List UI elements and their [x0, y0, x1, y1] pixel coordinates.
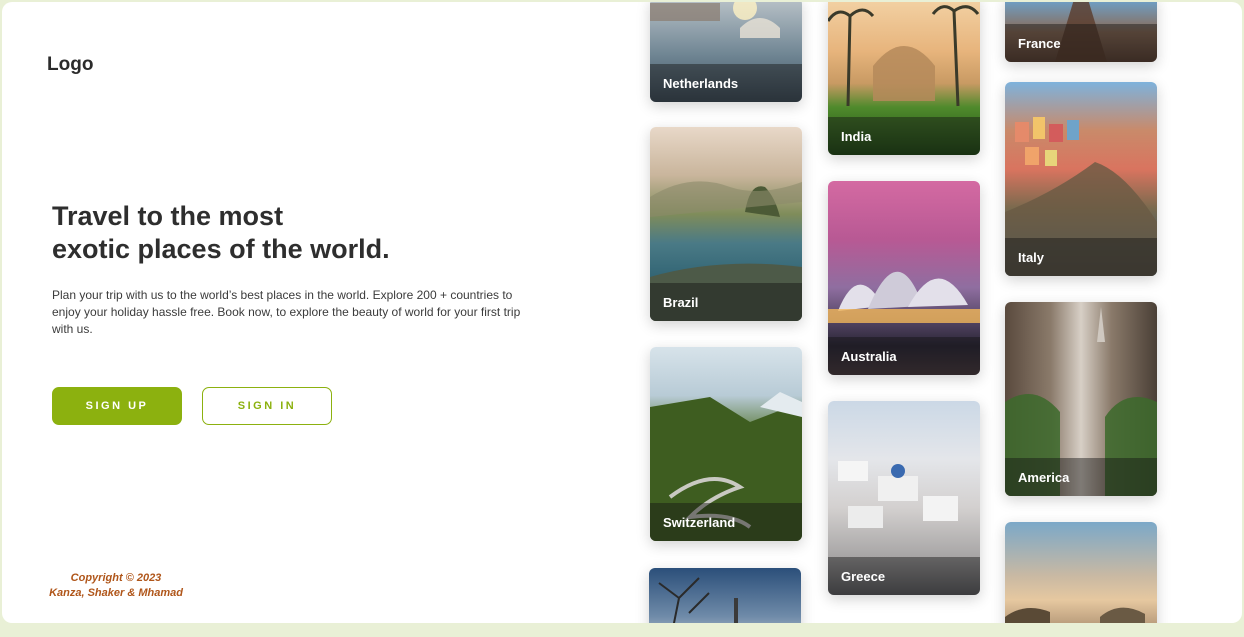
hero-title: Travel to the most exotic places of the …: [52, 200, 472, 266]
destination-card-partial-1[interactable]: [649, 568, 801, 623]
destination-card-brazil[interactable]: Brazil: [650, 127, 802, 321]
destination-label-america: America: [1005, 458, 1157, 496]
destination-label-australia: Australia: [828, 337, 980, 375]
destination-card-netherlands[interactable]: Netherlands: [650, 2, 802, 102]
destination-label-greece: Greece: [828, 557, 980, 595]
destination-card-switzerland[interactable]: Switzerland: [650, 347, 802, 541]
destination-label-brazil: Brazil: [650, 283, 802, 321]
destination-card-france[interactable]: France: [1005, 2, 1157, 62]
sign-up-button[interactable]: SIGN UP: [52, 387, 182, 425]
destination-card-italy[interactable]: Italy: [1005, 82, 1157, 276]
destination-label-switzerland: Switzerland: [650, 503, 802, 541]
copyright: Copyright © 2023 Kanza, Shaker & Mhamad: [46, 571, 186, 601]
destination-label-india: India: [828, 117, 980, 155]
copyright-authors: Kanza, Shaker & Mhamad: [49, 587, 183, 599]
destination-card-australia[interactable]: Australia: [828, 181, 980, 375]
logo[interactable]: Logo: [47, 54, 93, 76]
destination-card-india[interactable]: India: [828, 2, 980, 155]
destination-label-italy: Italy: [1005, 238, 1157, 276]
page-frame: Logo Travel to the most exotic places of…: [2, 2, 1242, 623]
hero-title-line-1: Travel to the most: [52, 201, 284, 231]
partial-image-2: [1005, 607, 1145, 623]
destination-card-america[interactable]: America: [1005, 302, 1157, 496]
destination-card-partial-2[interactable]: [1005, 522, 1157, 623]
destination-card-greece[interactable]: Greece: [828, 401, 980, 595]
partial-image-1: [658, 577, 738, 623]
destination-label-netherlands: Netherlands: [650, 64, 802, 102]
hero-title-line-2: exotic places of the world.: [52, 234, 390, 264]
copyright-line-1: Copyright © 2023: [70, 572, 162, 584]
sign-in-button[interactable]: SIGN IN: [202, 387, 332, 425]
hero-description: Plan your trip with us to the world’s be…: [52, 288, 521, 336]
destination-label-france: France: [1005, 24, 1157, 62]
